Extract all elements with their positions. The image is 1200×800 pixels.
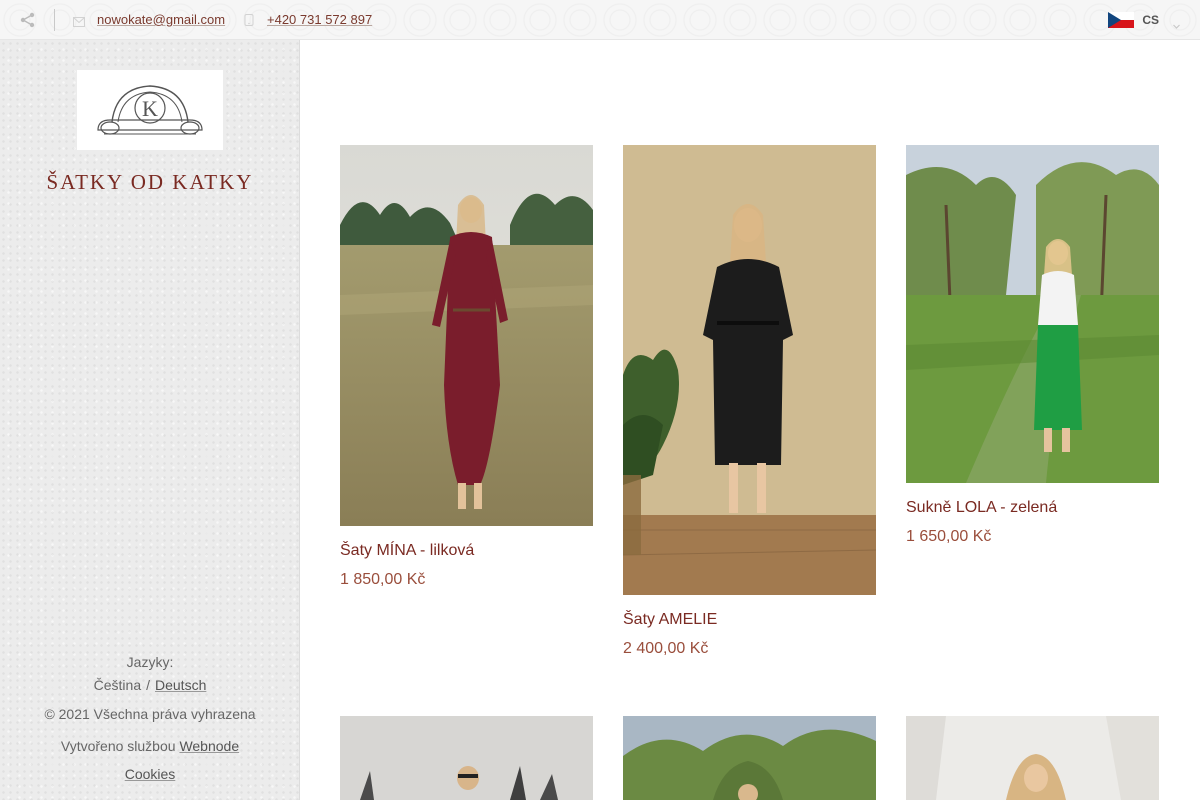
product-card[interactable]: Sukně LOLA - zelená 1 650,00 Kč — [906, 145, 1159, 555]
product-image[interactable] — [906, 145, 1159, 483]
phone-link[interactable]: +420 731 572 897 — [267, 12, 372, 27]
envelope-icon — [73, 14, 85, 27]
language-code: CS — [1142, 13, 1159, 27]
cookies-link[interactable]: Cookies — [125, 766, 176, 782]
cookies-row: Cookies — [0, 766, 300, 782]
product-image[interactable] — [623, 145, 876, 595]
product-image[interactable] — [340, 145, 593, 526]
product-image[interactable] — [623, 716, 876, 800]
webnode-link[interactable]: Webnode — [179, 738, 239, 754]
product-card[interactable] — [340, 716, 593, 800]
product-card[interactable] — [906, 716, 1159, 800]
logo-emblem-icon: K — [97, 85, 203, 135]
languages-label: Jazyky: — [126, 654, 174, 670]
product-name[interactable]: Sukně LOLA - zelená — [906, 499, 1057, 517]
product-price: 2 400,00 Kč — [623, 640, 709, 657]
product-image[interactable] — [340, 716, 593, 800]
language-separator: / — [146, 677, 150, 693]
sidebar: K ŠATKY OD KATKY Jazyky: Čeština / Deutsch… — [0, 40, 300, 800]
phone-icon — [244, 13, 254, 26]
created-by-prefix: Vytvořeno službou — [60, 738, 176, 754]
product-name[interactable]: Šaty AMELIE — [623, 611, 717, 629]
product-image[interactable] — [906, 716, 1159, 800]
svg-text:K: K — [142, 96, 158, 121]
share-icon[interactable] — [18, 10, 38, 30]
product-price: 1 850,00 Kč — [340, 571, 426, 588]
language-item-deutsch[interactable]: Deutsch — [155, 677, 206, 693]
site-title[interactable]: ŠATKY OD KATKY — [0, 170, 300, 195]
site-logo[interactable]: K — [77, 70, 223, 150]
topbar-divider — [54, 9, 55, 31]
created-by: Vytvořeno službou Webnode — [0, 738, 300, 754]
chevron-down-icon — [1173, 17, 1180, 29]
language-item-cestina: Čeština — [93, 677, 142, 693]
product-card[interactable] — [623, 716, 876, 800]
product-name[interactable]: Šaty MÍNA - lilková — [340, 542, 474, 560]
email-link[interactable]: nowokate@gmail.com — [97, 12, 225, 27]
copyright-text: © 2021 Všechna práva vyhrazena — [44, 706, 256, 722]
product-card[interactable]: Šaty AMELIE 2 400,00 Kč — [623, 145, 876, 665]
product-price: 1 650,00 Kč — [906, 528, 992, 545]
czech-flag-icon — [1108, 12, 1135, 28]
language-list: Čeština / Deutsch — [0, 677, 300, 693]
top-bar: nowokate@gmail.com +420 731 572 897 CS — [0, 0, 1200, 40]
product-card[interactable]: Šaty MÍNA - lilková 1 850,00 Kč — [340, 145, 593, 595]
language-switcher[interactable]: CS — [1108, 11, 1180, 29]
